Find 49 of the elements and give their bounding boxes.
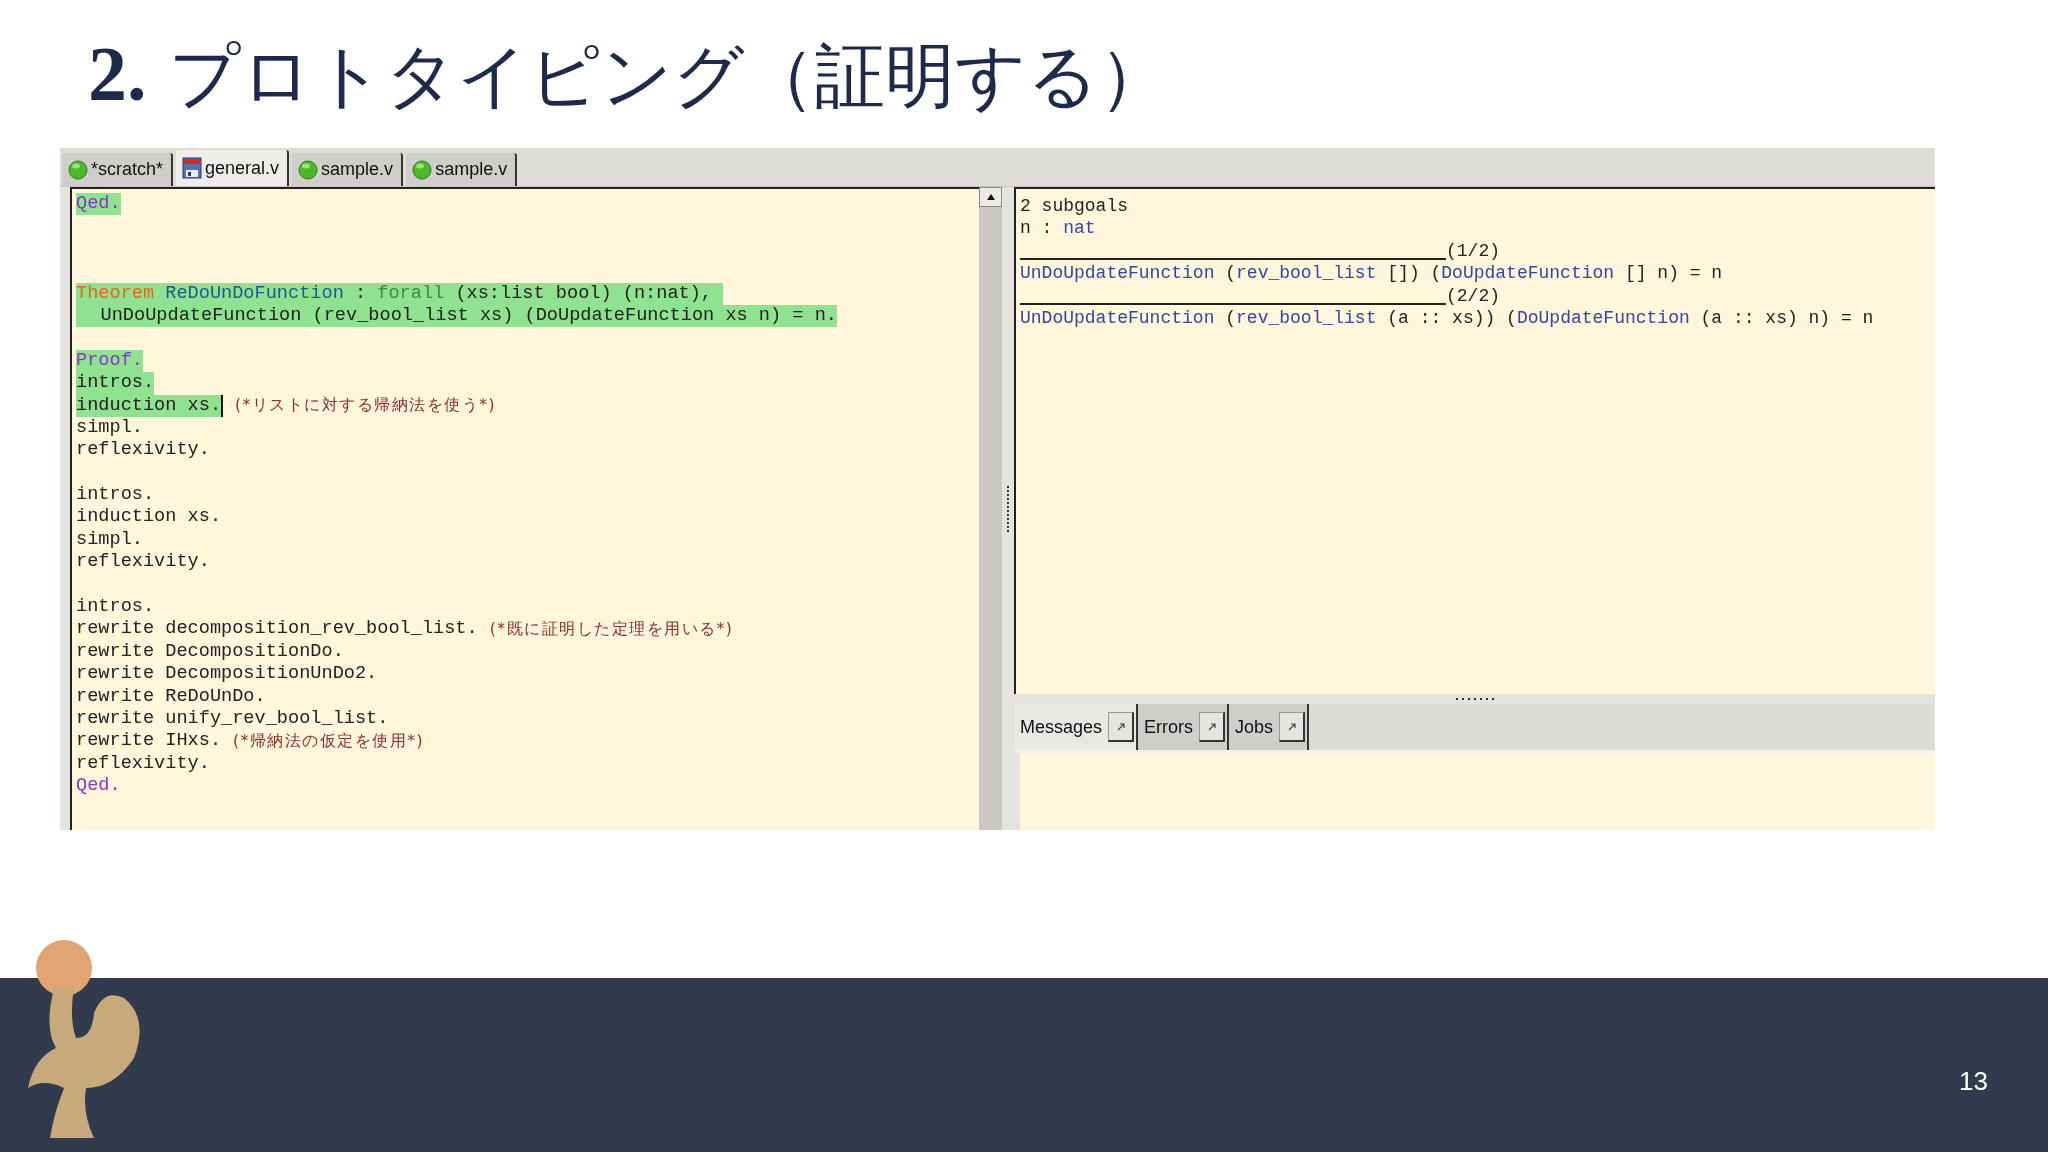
code-line: reflexivity.: [76, 439, 210, 462]
scrollbar[interactable]: [979, 187, 1002, 830]
status-dot-icon: [68, 159, 88, 180]
goal-line: n : nat: [1020, 217, 1096, 240]
code-comment: (*既に証明した定理を用いる*): [489, 619, 734, 641]
file-tab[interactable]: sample.v: [406, 153, 518, 186]
arrow-icon: [1286, 721, 1297, 732]
page-number: 13: [1959, 1065, 1988, 1097]
code-line: intros.: [76, 484, 155, 507]
code-line: rewrite ReDoUnDo.: [76, 685, 266, 708]
status-dot-icon: [412, 159, 433, 180]
floppy-icon: [182, 157, 203, 179]
goal-number: (1/2): [1446, 239, 1500, 263]
message-tab[interactable]: Jobs: [1229, 704, 1310, 750]
scroll-up-button[interactable]: [979, 187, 1002, 207]
up-arrow-icon: [985, 193, 996, 201]
arrow-icon: [1206, 721, 1217, 732]
code-line: reflexivity.: [76, 551, 210, 574]
file-tab[interactable]: *scratch*: [62, 153, 174, 186]
splitter-handle[interactable]: [1006, 483, 1010, 534]
splitter-handle[interactable]: [1454, 697, 1495, 701]
code-line: induction xs.: [76, 506, 222, 529]
code-line: Qed.: [76, 775, 121, 798]
detach-button[interactable]: [1279, 712, 1306, 742]
status-dot-icon: [298, 159, 319, 180]
arrow-icon: [1115, 721, 1126, 732]
goal-line: UnDoUpdateFunction (rev_bool_list (a :: xs)) (DoUpdateFunction (a :: xs) n) = n: [1020, 306, 1874, 330]
message-tab[interactable]: Messages: [1014, 704, 1139, 750]
detach-button[interactable]: [1108, 712, 1135, 742]
code-line: rewrite DecompositionDo.: [76, 640, 344, 664]
code-line: rewrite DecompositionUnDo2.: [76, 663, 378, 686]
code-comment: (*帰納法の仮定を使用*): [233, 731, 425, 753]
code-comment: (*リストに対する帰納法を使う*): [235, 395, 497, 417]
code-line: rewrite unify_rev_bool_list.: [76, 708, 389, 731]
detach-button[interactable]: [1199, 712, 1226, 742]
goal-line: UnDoUpdateFunction (rev_bool_list []) (DoUpdateFunction [] n) = n: [1020, 262, 1723, 285]
code-line: reflexivity.: [76, 752, 210, 776]
code-line: rewrite decomposition_rev_bool_list.: [76, 618, 478, 641]
file-tab[interactable]: sample.v: [292, 153, 404, 186]
code-line: simpl.: [76, 528, 143, 552]
message-tab[interactable]: Errors: [1138, 704, 1230, 750]
goal-line: 2 subgoals: [1020, 195, 1129, 218]
slide-title: 2. プロトタイピング（証明する）: [88, 29, 1169, 119]
code-editor[interactable]: [70, 187, 979, 830]
code-line: rewrite IHxs.: [76, 730, 222, 753]
file-tab[interactable]: general.v: [176, 150, 290, 186]
code-line: intros.: [76, 596, 155, 619]
goal-number: (2/2): [1446, 284, 1500, 307]
code-line: simpl.: [76, 416, 143, 440]
